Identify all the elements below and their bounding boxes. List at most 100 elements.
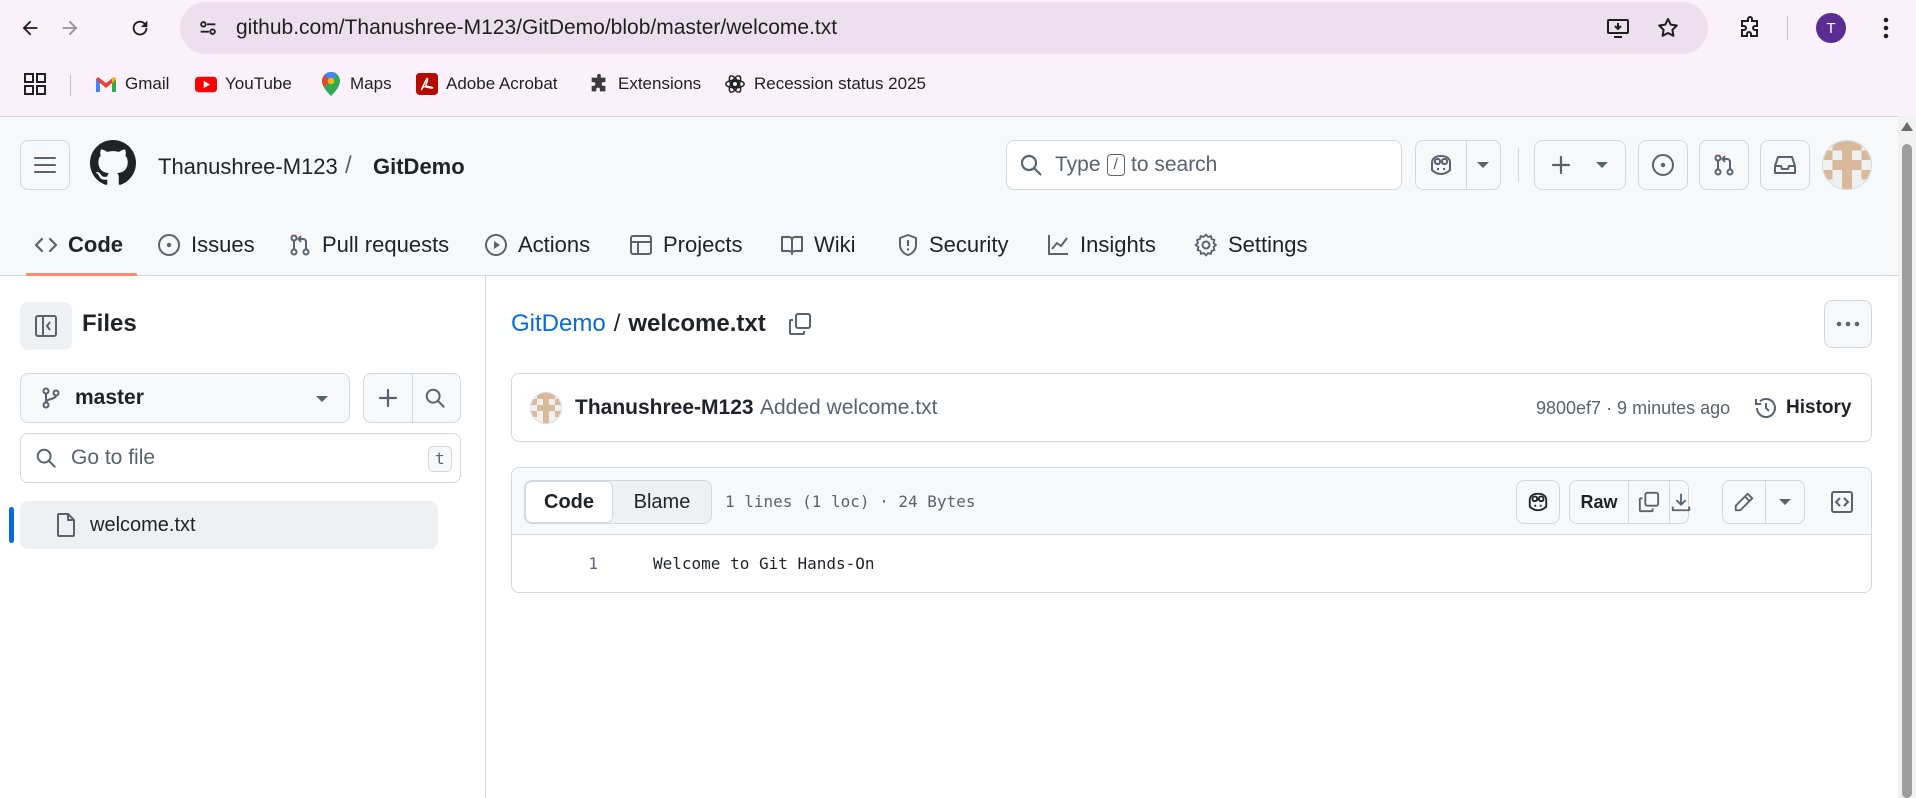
tab-label: Issues <box>191 232 255 257</box>
path-separator: / <box>345 152 352 179</box>
repo-link[interactable]: GitDemo <box>373 154 465 180</box>
bookmark-label: Extensions <box>618 74 702 93</box>
file-icon <box>57 513 75 537</box>
install-app-icon[interactable] <box>1604 14 1632 42</box>
bookmark-adobe-acrobat[interactable]: Adobe Acrobat <box>416 64 558 104</box>
bookmark-youtube[interactable]: YouTube <box>195 64 292 104</box>
search-placeholder-prefix: Type <box>1055 153 1101 176</box>
copilot-dropdown-icon[interactable] <box>1476 161 1490 170</box>
code-view-button[interactable]: Code <box>525 481 613 523</box>
history-button[interactable]: History <box>1754 388 1851 428</box>
bookmark-maps[interactable]: Maps <box>320 64 392 104</box>
reload-icon <box>132 20 148 36</box>
search-icon <box>1020 154 1042 176</box>
identicon-avatar-icon <box>1823 141 1871 189</box>
bookmark-extensions[interactable]: Extensions <box>588 64 701 104</box>
breadcrumb-repo-link[interactable]: GitDemo <box>511 310 606 338</box>
sidebar-collapse-icon <box>35 315 57 337</box>
chevron-down-icon <box>1596 162 1608 168</box>
back-button[interactable] <box>10 8 50 48</box>
forward-button[interactable] <box>50 8 90 48</box>
tab-label: Actions <box>518 232 591 257</box>
global-menu-button[interactable] <box>20 140 70 190</box>
symbols-panel-button[interactable] <box>1820 480 1864 524</box>
file-tree-item[interactable]: welcome.txt <box>20 501 438 549</box>
copilot-icon[interactable] <box>1428 153 1454 177</box>
play-icon <box>485 234 507 256</box>
search-files-button[interactable] <box>424 387 446 409</box>
copy-path-button[interactable] <box>784 308 816 340</box>
go-to-file-input[interactable]: Go to file t <box>20 433 461 483</box>
code-square-icon <box>1831 491 1853 513</box>
chevron-down-icon <box>316 396 328 402</box>
gmail-icon <box>95 73 117 95</box>
collapse-sidebar-button[interactable] <box>20 302 72 350</box>
bookmark-gmail[interactable]: Gmail <box>95 64 169 104</box>
tab-insights[interactable]: Insights <box>1046 214 1156 276</box>
extensions-button[interactable] <box>1730 8 1770 48</box>
edit-dropdown-button[interactable] <box>1766 481 1804 523</box>
toolbar-divider <box>1787 16 1788 40</box>
browser-chrome: github.com/Thanushree-M123/GitDemo/blob/… <box>0 0 1916 116</box>
commit-sha-time[interactable]: 9800ef7 · 9 minutes ago <box>1536 398 1730 419</box>
tab-label: Projects <box>663 232 743 257</box>
bookmark-recession-status[interactable]: Recession status 2025 <box>724 64 926 104</box>
gear-icon <box>1194 233 1217 257</box>
bookmarks-bar: Gmail YouTube Maps Adobe Acrobat Extensi… <box>0 64 1916 104</box>
global-search-input[interactable]: Type / to search <box>1006 140 1402 190</box>
download-button[interactable] <box>1670 481 1692 523</box>
profile-button[interactable]: T <box>1811 8 1851 48</box>
tab-code[interactable]: Code <box>26 214 137 276</box>
tab-actions[interactable]: Actions <box>484 214 590 276</box>
profile-avatar: T <box>1816 13 1846 43</box>
file-toolbar: Code Blame 1 lines (1 loc) · 24 Bytes Ra… <box>512 468 1871 535</box>
add-file-button[interactable] <box>378 388 398 408</box>
code-icon <box>34 237 58 253</box>
tab-wiki[interactable]: Wiki <box>780 214 856 276</box>
url-text[interactable]: github.com/Thanushree-M123/GitDemo/blob/… <box>236 2 837 54</box>
edit-file-button[interactable] <box>1723 481 1765 523</box>
owner-link[interactable]: Thanushree-M123 <box>158 154 338 180</box>
youtube-icon <box>195 73 217 95</box>
raw-button[interactable]: Raw <box>1570 481 1628 523</box>
chrome-menu-button[interactable] <box>1866 8 1906 48</box>
address-bar[interactable]: github.com/Thanushree-M123/GitDemo/blob/… <box>180 2 1708 54</box>
git-pull-request-icon <box>1714 154 1734 176</box>
commit-message-link[interactable]: Added welcome.txt <box>760 396 937 420</box>
edit-group <box>1722 480 1805 524</box>
history-icon <box>1755 398 1776 418</box>
scroll-up-arrow-icon[interactable] <box>1901 122 1913 131</box>
bookmarks-divider <box>70 74 71 96</box>
create-new-button[interactable] <box>1534 140 1626 190</box>
git-branch-icon <box>42 387 60 409</box>
ask-copilot-button[interactable] <box>1516 480 1560 524</box>
tab-pull-requests[interactable]: Pull requests <box>288 214 449 276</box>
tab-issues[interactable]: Issues <box>157 214 255 276</box>
blame-view-button[interactable]: Blame <box>613 481 711 523</box>
page-scrollbar[interactable] <box>1898 116 1916 798</box>
your-pull-requests-button[interactable] <box>1699 140 1749 190</box>
your-issues-button[interactable] <box>1638 140 1688 190</box>
hamburger-icon <box>34 157 56 173</box>
notifications-button[interactable] <box>1760 140 1810 190</box>
tab-projects[interactable]: Projects <box>629 214 742 276</box>
commit-author-link[interactable]: Thanushree-M123 <box>575 396 754 420</box>
file-stats: 1 lines (1 loc) · 24 Bytes <box>725 492 976 511</box>
branch-selector[interactable]: master <box>20 373 350 423</box>
github-logo-icon[interactable] <box>90 140 136 186</box>
bookmark-label: Adobe Acrobat <box>446 74 558 93</box>
bookmark-star-icon[interactable] <box>1654 14 1682 42</box>
line-number[interactable]: 1 <box>512 536 598 592</box>
reload-button[interactable] <box>120 8 160 48</box>
commit-author-avatar[interactable] <box>530 392 562 424</box>
file-content-box: Code Blame 1 lines (1 loc) · 24 Bytes Ra… <box>511 467 1872 593</box>
more-options-button[interactable] <box>1824 300 1872 348</box>
copy-raw-button[interactable] <box>1629 481 1669 523</box>
user-avatar[interactable] <box>1822 140 1872 190</box>
tab-settings[interactable]: Settings <box>1194 214 1308 276</box>
scroll-thumb[interactable] <box>1902 144 1912 798</box>
tab-security[interactable]: Security <box>897 214 1008 276</box>
git-pull-request-icon <box>290 234 310 256</box>
apps-button[interactable] <box>24 64 46 104</box>
site-info-icon[interactable] <box>194 14 222 42</box>
